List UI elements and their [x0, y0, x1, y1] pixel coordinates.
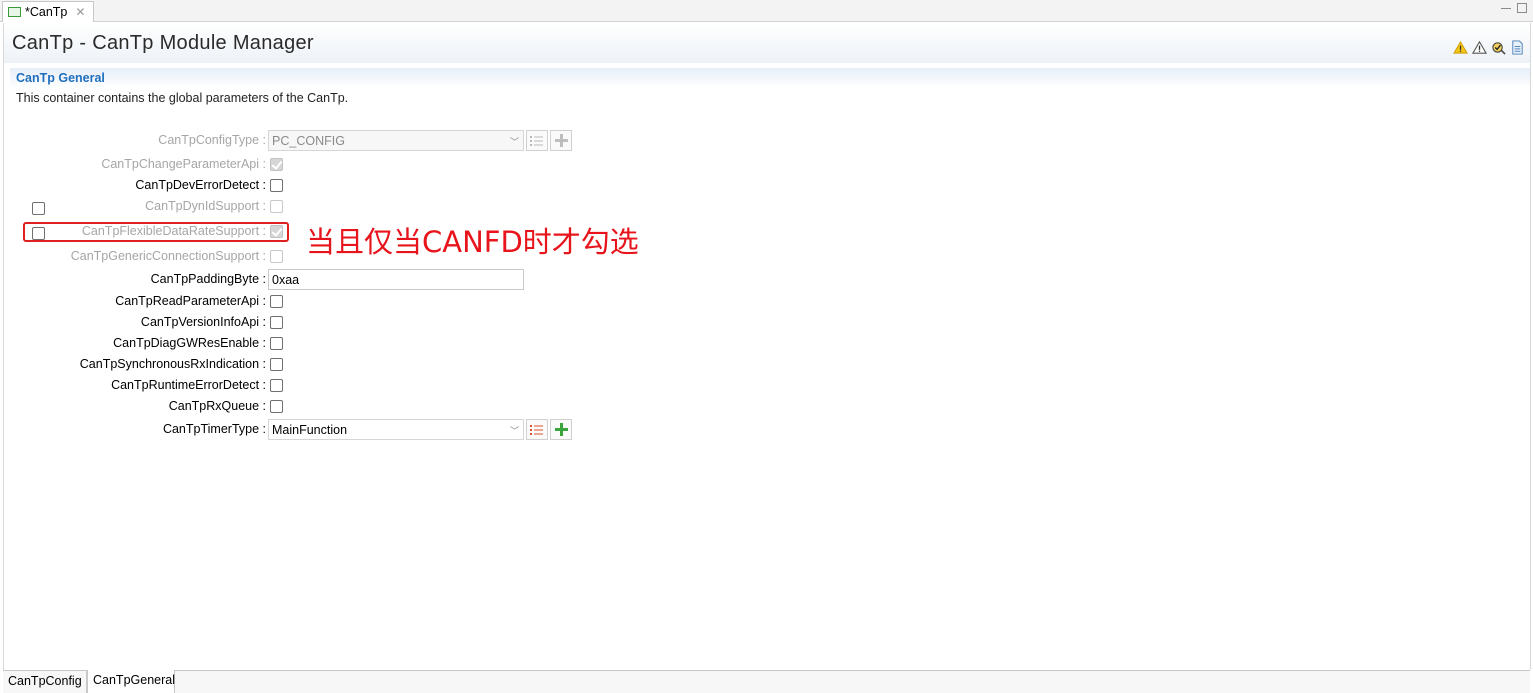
document-icon[interactable]: [1510, 40, 1525, 55]
runtime-error-detect-checkbox[interactable]: [270, 379, 283, 392]
section-header: CanTp General: [10, 68, 1530, 88]
param-label: CanTpChangeParameterApi :: [101, 157, 266, 171]
list-button[interactable]: [526, 419, 548, 440]
param-label: CanTpRxQueue :: [168, 399, 266, 413]
editor-tab-cantp[interactable]: *CanTp ✕: [2, 1, 94, 22]
param-row-dyn-id-support: CanTpDynIdSupport :: [0, 196, 600, 216]
param-row-dev-error-detect: CanTpDevErrorDetect :: [0, 175, 600, 195]
add-button[interactable]: [550, 419, 572, 440]
warning-outline-icon[interactable]: [1472, 40, 1487, 55]
minimize-icon[interactable]: [1501, 3, 1511, 9]
section-title[interactable]: CanTp General: [16, 71, 105, 85]
list-button: [526, 130, 548, 151]
param-row-change-parameter-api: CanTpChangeParameterApi :: [0, 154, 600, 174]
diag-gw-res-enable-checkbox[interactable]: [270, 337, 283, 350]
padding-byte-input[interactable]: 0xaa: [268, 269, 524, 290]
list-icon: [530, 424, 543, 435]
param-label: CanTpRuntimeErrorDetect :: [111, 378, 266, 392]
bottom-tab-bar: CanTpConfig CanTpGeneral: [3, 670, 1530, 693]
param-row-sync-rx-indication: CanTpSynchronousRxIndication :: [0, 354, 600, 374]
close-icon[interactable]: ✕: [75, 5, 85, 19]
param-label: CanTpTimerType :: [162, 422, 266, 436]
param-row-timer-type: CanTpTimerType : MainFunction ﹀: [0, 419, 600, 440]
editor-tab-bar: *CanTp ✕: [0, 0, 1533, 22]
dyn-id-support-enable-checkbox[interactable]: [32, 202, 45, 215]
plus-icon: [554, 423, 568, 436]
plus-icon: [554, 134, 568, 147]
param-label: CanTpConfigType :: [158, 133, 266, 147]
param-row-read-parameter-api: CanTpReadParameterApi :: [0, 291, 600, 311]
param-label: CanTpDynIdSupport :: [145, 199, 266, 213]
tab-cantpgeneral[interactable]: CanTpGeneral: [87, 670, 175, 693]
param-label: CanTpDevErrorDetect :: [135, 178, 266, 192]
add-button: [550, 130, 572, 151]
annotation-highlight-box: [23, 222, 289, 242]
editor-tab-label: *CanTp: [25, 5, 68, 19]
param-row-diag-gw-res: CanTpDiagGWResEnable :: [0, 333, 600, 353]
form-right-border: [1530, 23, 1531, 670]
config-type-select: PC_CONFIG ﹀: [268, 130, 524, 151]
validate-icon[interactable]: [1491, 40, 1506, 55]
header-toolbar: [1453, 40, 1525, 55]
page-title: CanTp - CanTp Module Manager: [12, 32, 314, 54]
param-row-version-info-api: CanTpVersionInfoApi :: [0, 312, 600, 332]
select-value: MainFunction: [272, 423, 348, 437]
warning-icon[interactable]: [1453, 40, 1468, 55]
read-parameter-api-checkbox[interactable]: [270, 295, 283, 308]
param-label: CanTpDiagGWResEnable :: [113, 336, 266, 350]
param-label: CanTpGenericConnectionSupport :: [70, 249, 266, 263]
window-controls: [1501, 3, 1527, 13]
select-value: PC_CONFIG: [272, 134, 345, 148]
param-label: CanTpReadParameterApi :: [115, 294, 266, 308]
param-row-rx-queue: CanTpRxQueue :: [0, 396, 600, 416]
param-label: CanTpVersionInfoApi :: [140, 315, 266, 329]
annotation-text: 当且仅当CANFD时才勾选: [306, 225, 639, 259]
chevron-down-icon: ﹀: [509, 137, 519, 147]
param-label: CanTpPaddingByte :: [150, 272, 266, 286]
section-description: This container contains the global param…: [16, 91, 349, 105]
param-row-runtime-error-detect: CanTpRuntimeErrorDetect :: [0, 375, 600, 395]
change-parameter-api-checkbox: [270, 158, 283, 171]
dyn-id-support-checkbox: [270, 200, 283, 213]
maximize-icon[interactable]: [1517, 3, 1527, 13]
rx-queue-checkbox[interactable]: [270, 400, 283, 413]
version-info-api-checkbox[interactable]: [270, 316, 283, 329]
param-row-config-type: CanTpConfigType : PC_CONFIG ﹀: [0, 130, 600, 151]
list-icon: [530, 135, 543, 146]
sync-rx-indication-checkbox[interactable]: [270, 358, 283, 371]
form-header: CanTp - CanTp Module Manager: [3, 23, 1530, 63]
chevron-down-icon: ﹀: [509, 426, 519, 436]
editor-file-icon: [8, 7, 21, 17]
param-row-padding-byte: CanTpPaddingByte : 0xaa: [0, 269, 600, 290]
dev-error-detect-checkbox[interactable]: [270, 179, 283, 192]
timer-type-select[interactable]: MainFunction ﹀: [268, 419, 524, 440]
generic-connection-checkbox: [270, 250, 283, 263]
param-label: CanTpSynchronousRxIndication :: [79, 357, 266, 371]
tab-cantpconfig[interactable]: CanTpConfig: [3, 671, 87, 693]
